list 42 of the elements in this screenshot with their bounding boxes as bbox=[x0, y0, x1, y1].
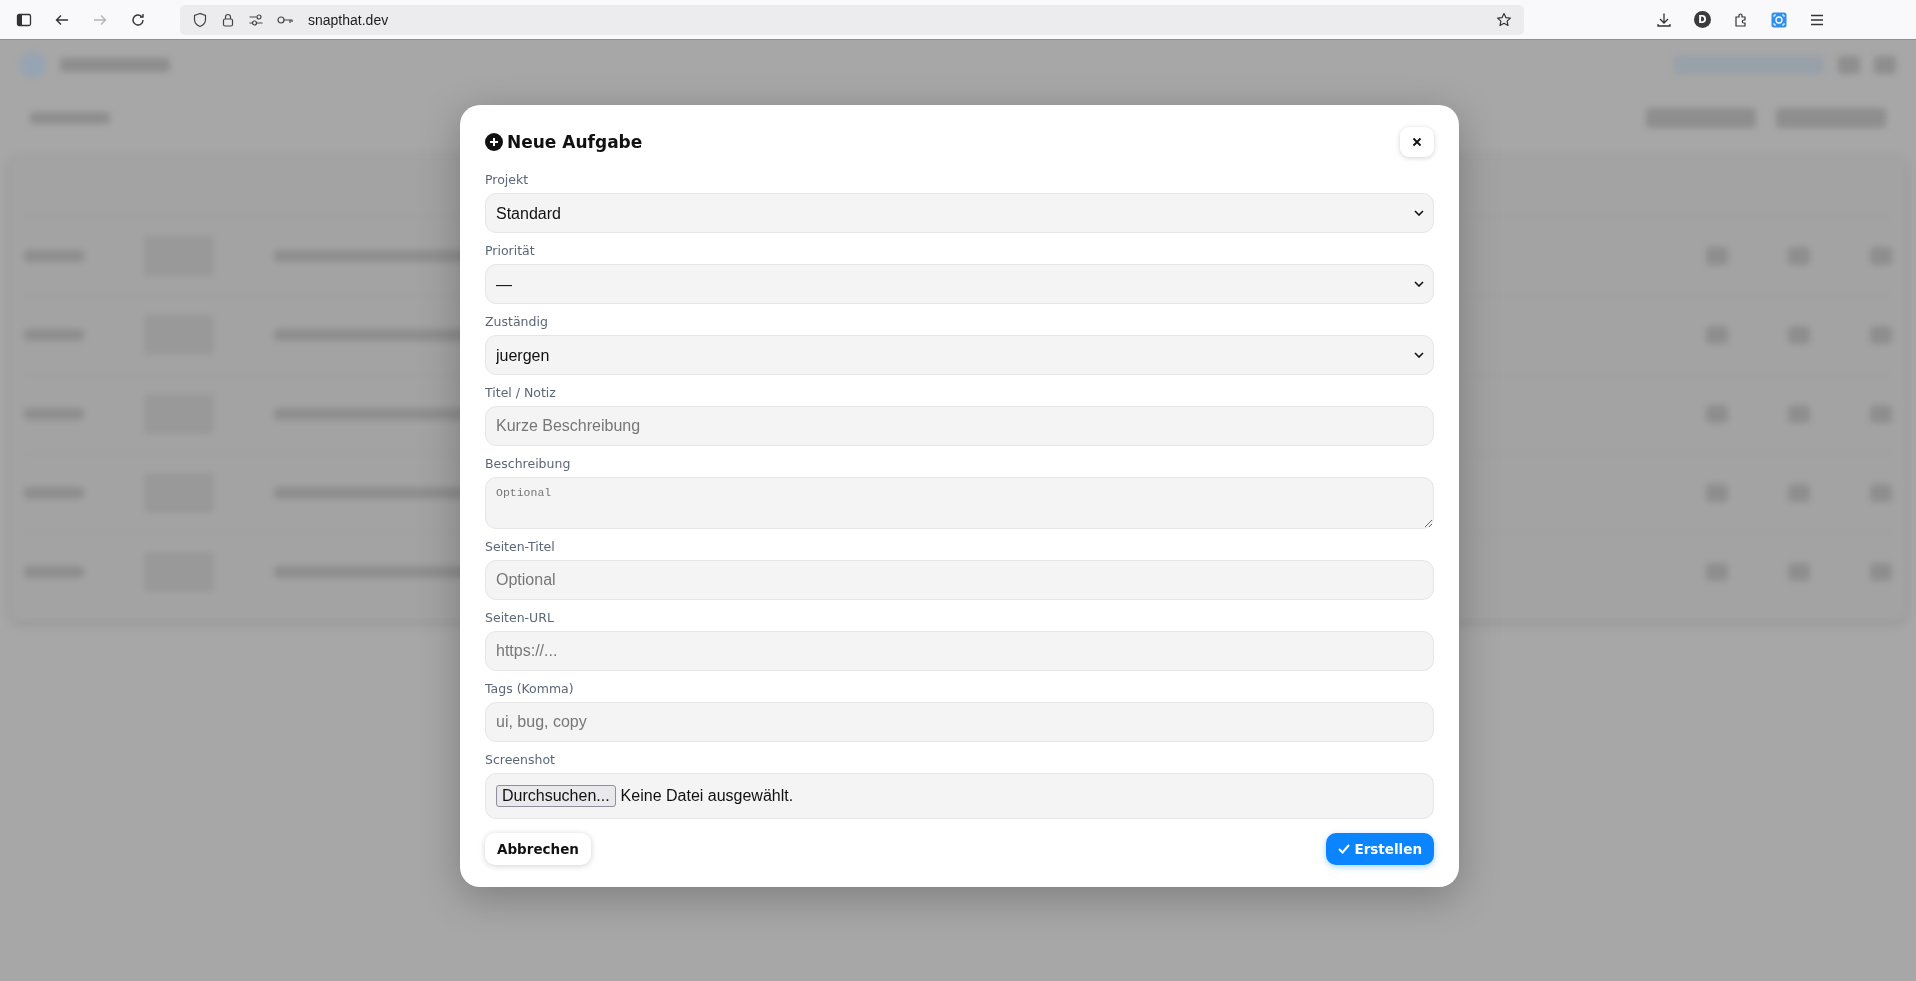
select-field[interactable]: Standard bbox=[485, 193, 1434, 233]
shield-icon[interactable] bbox=[192, 11, 208, 28]
field-label: Zuständig bbox=[485, 314, 548, 329]
file-field[interactable]: Durchsuchen... Keine Datei ausgewählt. bbox=[485, 773, 1434, 819]
field-label: Beschreibung bbox=[485, 456, 571, 471]
create-button[interactable]: Erstellen bbox=[1326, 833, 1434, 865]
file-status: Keine Datei ausgewählt. bbox=[620, 787, 794, 805]
cancel-button[interactable]: Abbrechen bbox=[485, 833, 591, 865]
text-field[interactable]: Optional bbox=[485, 560, 1434, 600]
dialog-title: Neue Aufgabe bbox=[507, 132, 643, 152]
field-label: Projekt bbox=[485, 172, 529, 187]
field-label: Priorität bbox=[485, 243, 535, 258]
chevron-down-icon bbox=[1414, 210, 1424, 216]
chevron-down-icon bbox=[1414, 352, 1424, 358]
select-field[interactable]: — bbox=[485, 264, 1434, 304]
sidebar-icon[interactable] bbox=[16, 11, 32, 28]
address-bar[interactable]: snapthat.dev bbox=[180, 4, 1524, 35]
text-field[interactable]: Kurze Beschreibung bbox=[485, 406, 1434, 446]
sliders-icon[interactable] bbox=[248, 11, 264, 28]
field-label: Seiten-Titel bbox=[485, 539, 555, 554]
chevron-down-icon bbox=[1414, 281, 1424, 287]
url-text: snapthat.dev bbox=[308, 11, 389, 28]
check-icon bbox=[1338, 844, 1351, 854]
plus-circle-icon bbox=[485, 133, 503, 151]
field-label: Seiten-URL bbox=[485, 610, 554, 625]
bookmark-star-icon[interactable] bbox=[1496, 11, 1512, 28]
download-icon[interactable] bbox=[1656, 11, 1672, 28]
close-button[interactable] bbox=[1400, 127, 1434, 157]
reload-icon[interactable] bbox=[130, 11, 146, 28]
text-field[interactable]: ui, bug, copy bbox=[485, 702, 1434, 742]
close-icon bbox=[1412, 137, 1422, 147]
select-field[interactable]: juergen bbox=[485, 335, 1434, 375]
lock-icon[interactable] bbox=[220, 11, 236, 28]
browse-button[interactable]: Durchsuchen... bbox=[496, 785, 616, 807]
field-label: Screenshot bbox=[485, 752, 555, 767]
field-label: Titel / Notiz bbox=[485, 385, 556, 400]
puzzle-icon[interactable] bbox=[1733, 11, 1749, 28]
field-label: Tags (Komma) bbox=[485, 681, 574, 696]
profile-avatar[interactable]: D bbox=[1694, 11, 1711, 28]
text-field[interactable]: https://... bbox=[485, 631, 1434, 671]
extension-icon[interactable] bbox=[1771, 11, 1787, 28]
textarea-field[interactable]: Optional bbox=[485, 477, 1434, 529]
